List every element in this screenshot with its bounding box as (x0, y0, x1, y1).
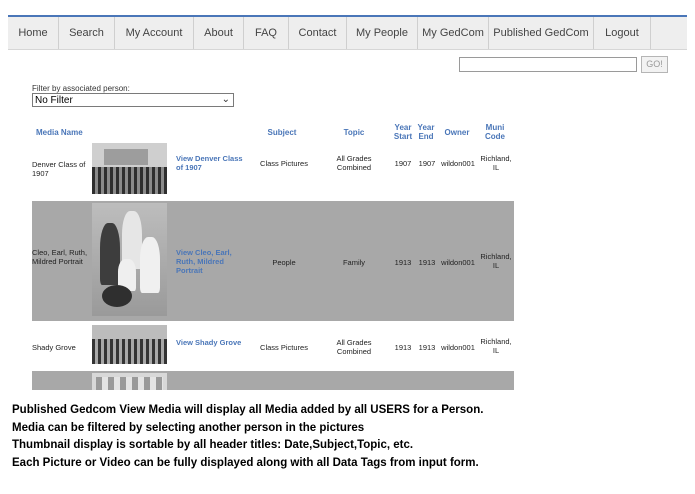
header-subject[interactable]: Subject (257, 128, 307, 137)
nav-about[interactable]: About (194, 17, 244, 49)
subject-cell: Class Pictures (260, 159, 308, 168)
header-media-name[interactable]: Media Name (36, 128, 96, 137)
nav-search[interactable]: Search (59, 17, 115, 49)
top-nav: Home Search My Account About FAQ Contact… (8, 17, 687, 50)
muni-code-cell: Richland, IL (480, 252, 512, 270)
year-start-cell: 1913 (394, 343, 412, 352)
year-end-cell: 1913 (418, 343, 436, 352)
caption-line: Each Picture or Video can be fully displ… (12, 456, 479, 469)
go-button[interactable]: GO! (641, 56, 668, 73)
table-row (32, 371, 514, 390)
nav-my-people[interactable]: My People (347, 17, 418, 49)
nav-published-gedcom[interactable]: Published GedCom (489, 17, 594, 49)
caption-line: Published Gedcom View Media will display… (12, 404, 484, 416)
header-year-end[interactable]: Year End (414, 123, 438, 141)
nav-my-account[interactable]: My Account (115, 17, 194, 49)
year-end-cell: 1907 (418, 159, 436, 168)
header-topic[interactable]: Topic (334, 128, 374, 137)
subject-cell: People (272, 258, 296, 267)
muni-code-cell: Richland, IL (480, 337, 512, 355)
view-media-link[interactable]: View Cleo, Earl, Ruth, Mildred Portrait (176, 248, 248, 275)
description-caption: Published Gedcom View Media will display… (12, 402, 483, 472)
view-media-link[interactable]: View Shady Grove (176, 338, 244, 347)
media-name: Cleo, Earl, Ruth, Mildred Portrait (32, 248, 88, 266)
view-media-link[interactable]: View Denver Class of 1907 (176, 154, 244, 172)
thumbnail-image[interactable] (92, 373, 167, 390)
year-end-cell: 1913 (418, 258, 436, 267)
owner-cell: wildon001 (441, 343, 475, 352)
topic-cell: All Grades Combined (336, 154, 372, 172)
nav-faq[interactable]: FAQ (244, 17, 289, 49)
filter-selected-value: No Filter (35, 95, 73, 106)
media-name: Shady Grove (32, 343, 76, 352)
thumbnail-image[interactable] (92, 325, 167, 364)
header-year-start[interactable]: Year Start (391, 123, 415, 141)
year-start-cell: 1913 (394, 258, 412, 267)
table-row: Denver Class of 1907 View Denver Class o… (32, 141, 514, 199)
filter-label: Filter by associated person: (32, 84, 130, 93)
nav-home[interactable]: Home (8, 17, 59, 49)
browser-page: Home Search My Account About FAQ Contact… (8, 15, 687, 390)
table-row: Shady Grove View Shady Grove Class Pictu… (32, 323, 514, 369)
thumbnail-image[interactable] (92, 203, 167, 316)
search-input[interactable] (459, 57, 637, 72)
caption-line: Media can be filtered by selecting anoth… (12, 421, 365, 434)
caption-line: Thumbnail display is sortable by all hea… (12, 439, 414, 451)
owner-cell: wildon001 (441, 258, 475, 267)
year-start-cell: 1907 (394, 159, 412, 168)
chevron-down-icon: ⌄ (221, 94, 230, 105)
nav-contact[interactable]: Contact (289, 17, 347, 49)
nav-logout[interactable]: Logout (594, 17, 651, 49)
media-name: Denver Class of 1907 (32, 160, 86, 178)
muni-code-cell: Richland, IL (480, 154, 512, 172)
header-owner[interactable]: Owner (438, 128, 476, 137)
topic-cell: All Grades Combined (336, 338, 372, 356)
subject-cell: Class Pictures (260, 343, 308, 352)
owner-cell: wildon001 (441, 159, 475, 168)
thumbnail-image[interactable] (92, 143, 167, 194)
topic-cell: Family (342, 258, 366, 267)
table-row: Cleo, Earl, Ruth, Mildred Portrait View … (32, 201, 514, 321)
header-muni-code[interactable]: Muni Code (480, 123, 510, 141)
filter-select[interactable]: No Filter ⌄ (32, 93, 234, 107)
nav-my-gedcom[interactable]: My GedCom (418, 17, 489, 49)
